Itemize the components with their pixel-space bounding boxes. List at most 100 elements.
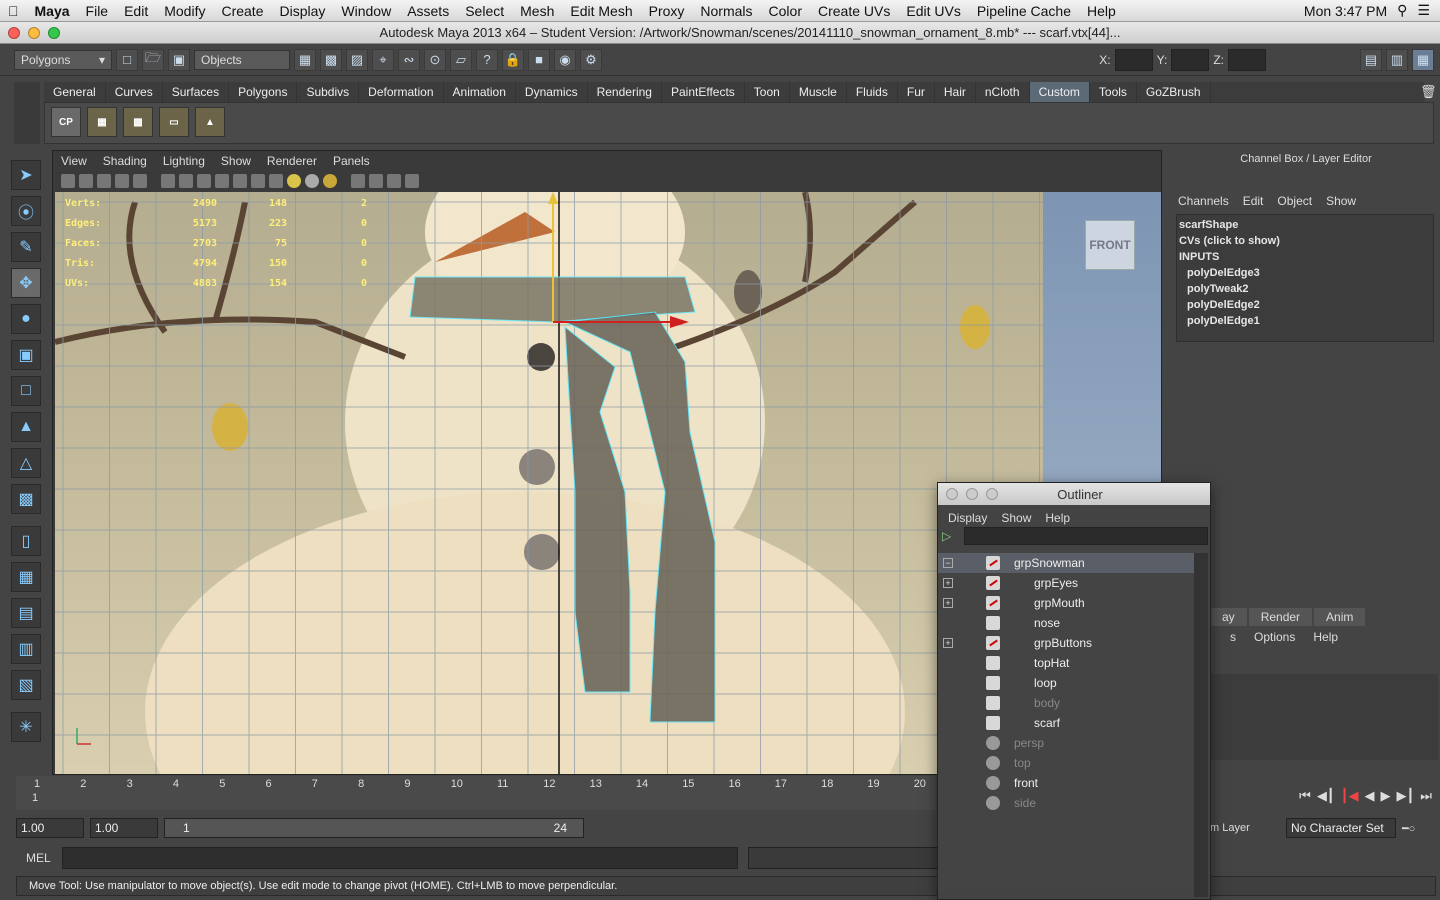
smooth-shade-icon[interactable] (179, 174, 193, 188)
menu-select[interactable]: Select (457, 3, 512, 19)
shelf-tab-subdivs[interactable]: Subdivs (297, 82, 360, 102)
outliner-row-grpSnowman[interactable]: − grpSnowman (938, 553, 1194, 573)
shelf-tab-custom[interactable]: Custom (1029, 82, 1090, 102)
outliner-row-nose[interactable]: nose (938, 613, 1194, 633)
shelf-tab-polygons[interactable]: Polygons (229, 82, 298, 102)
shelf-tab-fur[interactable]: Fur (898, 82, 935, 102)
scale-tool-icon[interactable]: ▣ (11, 340, 41, 370)
new-scene-icon[interactable]: □ (116, 48, 138, 71)
frame-all-icon[interactable] (369, 174, 383, 188)
menu-create-uvs[interactable]: Create UVs (810, 3, 898, 19)
camera-attributes-icon[interactable] (79, 174, 93, 188)
viewport-menu-show[interactable]: Show (221, 154, 251, 168)
image-plane-icon[interactable] (115, 174, 129, 188)
shelf-plane-tool-icon[interactable]: ▭ (159, 107, 189, 137)
history-icon[interactable]: ? (476, 48, 498, 71)
channel-box-item[interactable]: CVs (click to show) (1177, 233, 1433, 249)
close-window-button[interactable] (8, 26, 20, 39)
go-to-end-icon[interactable]: ⏭ (1420, 788, 1432, 804)
use-all-lights-icon[interactable] (233, 174, 247, 188)
expand-toggle-icon[interactable]: + (943, 638, 953, 648)
menu-file[interactable]: File (78, 3, 117, 19)
outliner-row-grpEyes[interactable]: + grpEyes (938, 573, 1194, 593)
viewport-menu-shading[interactable]: Shading (103, 154, 147, 168)
key-icon[interactable]: ━○ (1402, 822, 1415, 835)
outliner-close-button[interactable] (946, 488, 958, 500)
outliner-menu-display[interactable]: Display (948, 511, 987, 525)
character-set-dropdown[interactable]: No Character Set (1286, 818, 1396, 838)
show-manipulator-icon[interactable]: △ (11, 448, 41, 478)
trash-icon[interactable]: 🗑 (1420, 84, 1437, 100)
shelf-tab-painteffects[interactable]: PaintEffects (662, 82, 745, 102)
snap-plane-icon[interactable]: ▱ (450, 48, 472, 71)
layer-list[interactable] (1210, 674, 1438, 760)
textured-icon[interactable] (215, 174, 229, 188)
outliner-row-side[interactable]: side (938, 793, 1194, 813)
shelf-tab-fluids[interactable]: Fluids (847, 82, 898, 102)
menu-modify[interactable]: Modify (156, 3, 213, 19)
outliner-row-persp[interactable]: persp (938, 733, 1194, 753)
layer-menu-help[interactable]: Help (1313, 630, 1338, 644)
mel-input[interactable] (62, 847, 738, 869)
cp-shelf-button[interactable]: CP (51, 107, 81, 137)
shelf-tab-muscle[interactable]: Muscle (790, 82, 847, 102)
z-field[interactable] (1228, 48, 1266, 71)
expand-toggle-icon[interactable]: + (943, 598, 953, 608)
scene-view[interactable]: Verts: 2490 148 2 Edges: 5173 223 0 Faces: 2703 75… (55, 192, 1043, 774)
step-back-frame-icon[interactable]: ┃◀ (1341, 788, 1359, 804)
shelf-tab-rendering[interactable]: Rendering (588, 82, 662, 102)
layer-menu-s[interactable]: s (1230, 630, 1236, 644)
camera-select-icon[interactable] (61, 174, 75, 188)
outliner-scrollbar[interactable] (1194, 553, 1208, 897)
menu-app[interactable]: Maya (27, 3, 78, 19)
time-slider[interactable]: 1 2 3 4 5 6 7 8 9 10 11 12 13 14 15 16 17 18 19 20 1 (16, 776, 936, 810)
shelf-tab-curves[interactable]: Curves (106, 82, 163, 102)
menu-proxy[interactable]: Proxy (641, 3, 693, 19)
expand-toggle-icon[interactable]: + (943, 578, 953, 588)
channel-box-item[interactable]: polyDelEdge2 (1177, 297, 1433, 313)
channel-menu-channels[interactable]: Channels (1178, 194, 1229, 208)
play-backward-icon[interactable]: ◀ (1364, 788, 1374, 804)
shelf-uv-tool-icon[interactable]: ▲ (195, 107, 225, 137)
sphere-light-icon[interactable] (305, 174, 319, 188)
lasso-tool-icon[interactable]: ⦿ (11, 196, 41, 226)
frame-selected-icon[interactable] (387, 174, 401, 188)
viewport-menu-lighting[interactable]: Lighting (163, 154, 205, 168)
outliner-menu-show[interactable]: Show (1001, 511, 1031, 525)
single-perspective-layout-icon[interactable]: ▯ (11, 526, 41, 556)
graph-layout-icon[interactable]: ▥ (11, 634, 41, 664)
shelf-grid-tool-icon[interactable]: ▦ (87, 107, 117, 137)
xray-icon[interactable] (269, 174, 283, 188)
snap-grid-icon[interactable]: ⌖ (372, 48, 394, 71)
soft-modification-icon[interactable]: ▲ (11, 412, 41, 442)
shelf-tab-deformation[interactable]: Deformation (359, 82, 444, 102)
start-time-field[interactable]: 1.00 (16, 818, 84, 838)
layer-menu-options[interactable]: Options (1254, 630, 1295, 644)
shelf-tab-ncloth[interactable]: nCloth (976, 82, 1030, 102)
share-icon[interactable] (405, 174, 419, 188)
last-tool-icon[interactable]: ▩ (11, 484, 41, 514)
gold-light-icon[interactable] (323, 174, 337, 188)
open-scene-icon[interactable]: 🗁 (142, 48, 164, 71)
shelf-options-handle[interactable] (14, 82, 40, 144)
menu-window[interactable]: Window (333, 3, 399, 19)
outliner-row-front[interactable]: front (938, 773, 1194, 793)
channel-box-item[interactable]: polyDelEdge3 (1177, 265, 1433, 281)
layer-tab-anim[interactable]: Anim (1314, 608, 1366, 626)
shelf-tab-animation[interactable]: Animation (444, 82, 516, 102)
select-component-icon[interactable]: ▨ (346, 48, 368, 71)
snap-point-icon[interactable]: ⊙ (424, 48, 446, 71)
shelf-tab-toon[interactable]: Toon (745, 82, 790, 102)
shelf-tab-dynamics[interactable]: Dynamics (516, 82, 588, 102)
grid-toggle-icon[interactable] (133, 174, 147, 188)
expand-toggle-icon[interactable]: − (943, 558, 953, 568)
wireframe-on-shaded-icon[interactable] (197, 174, 211, 188)
channel-menu-show[interactable]: Show (1326, 194, 1356, 208)
menu-normals[interactable]: Normals (692, 3, 760, 19)
outliner-row-top[interactable]: top (938, 753, 1194, 773)
wireframe-icon[interactable] (161, 174, 175, 188)
outliner-row-loop[interactable]: loop (938, 673, 1194, 693)
menu-display[interactable]: Display (271, 3, 333, 19)
select-tool-icon[interactable]: ➤ (11, 160, 41, 190)
menu-help[interactable]: Help (1079, 3, 1124, 19)
